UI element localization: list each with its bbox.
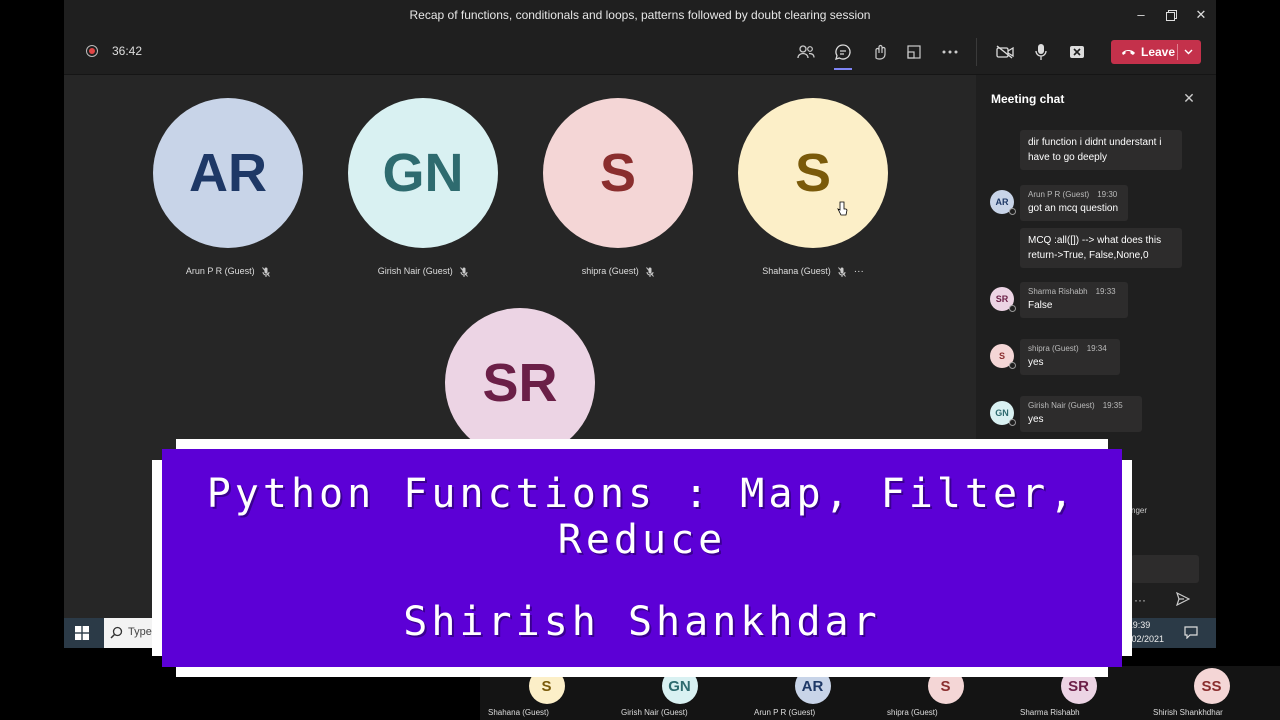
participant-tile[interactable]: GN <box>348 98 498 248</box>
participant-name: Shahana (Guest) ··· <box>723 266 903 277</box>
banner-frame <box>152 460 162 656</box>
chat-message[interactable]: Girish Nair (Guest) 19:35 yes <box>1020 396 1142 432</box>
mic-muted-icon <box>460 266 469 277</box>
chat-meta: Sharma Rishabh 19:33 <box>1028 287 1116 296</box>
avatar: AR <box>153 98 303 248</box>
meeting-timer: 36:42 <box>112 44 143 58</box>
chat-message[interactable]: MCQ :all([]) --> what does this return->… <box>1020 228 1182 268</box>
participant-tile[interactable]: AR <box>153 98 303 248</box>
strip-name: Arun P R (Guest) <box>754 708 816 717</box>
banner-frame <box>176 667 1108 677</box>
reactions-icon[interactable] <box>867 40 891 64</box>
chat-meta: Girish Nair (Guest) 19:35 <box>1028 401 1123 410</box>
participant-name-label: Girish Nair (Guest) <box>377 266 453 276</box>
participant-tile[interactable]: SR <box>445 308 595 458</box>
participant-name-label: Arun P R (Guest) <box>185 266 255 276</box>
leave-label: Leave <box>1141 45 1176 59</box>
toolbar-divider <box>976 38 977 66</box>
strip-name: Sharma Rishabh <box>1020 708 1080 717</box>
search-placeholder: Type <box>128 626 152 638</box>
recording-icon <box>86 45 98 57</box>
chat-avatar: S <box>990 344 1016 369</box>
clock-date[interactable]: 0/02/2021 <box>1124 634 1184 644</box>
more-actions-icon[interactable] <box>938 40 962 64</box>
close-icon[interactable]: ✕ <box>1186 0 1216 30</box>
leave-split-divider <box>1177 44 1178 60</box>
chat-message-text: yes <box>1028 414 1044 425</box>
chat-avatar: AR <box>990 190 1016 215</box>
strip-name: shipra (Guest) <box>887 708 938 717</box>
avatar: SS <box>1193 668 1230 704</box>
banner-frame <box>1122 460 1132 656</box>
chat-compose-box[interactable] <box>1131 555 1199 583</box>
chat-message[interactable]: shipra (Guest) 19:34 yes <box>1020 339 1120 375</box>
chat-message-text: dir function i didnt understant i have t… <box>1028 137 1162 163</box>
breakout-rooms-icon[interactable] <box>902 40 926 64</box>
chevron-down-icon[interactable] <box>1184 49 1193 55</box>
chat-meta: shipra (Guest) 19:34 <box>1028 344 1107 353</box>
mic-muted-icon <box>646 266 655 277</box>
participant-more-icon[interactable]: ··· <box>854 266 864 277</box>
chat-avatar: SR <box>990 287 1016 312</box>
microphone-icon[interactable] <box>1029 40 1053 64</box>
notifications-icon[interactable] <box>1184 626 1198 639</box>
window-title: Recap of functions, conditionals and loo… <box>409 8 871 22</box>
banner-body: Python Functions : Map, Filter, Reduce S… <box>162 449 1122 667</box>
title-bar: Recap of functions, conditionals and loo… <box>64 0 1216 30</box>
mouse-cursor-icon <box>837 201 848 216</box>
strip-name: Shirish Shankhdhar <box>1153 708 1223 717</box>
mic-muted-icon <box>838 266 847 277</box>
chat-meta: Arun P R (Guest) 19:30 <box>1028 190 1118 199</box>
banner-frame <box>176 439 1108 449</box>
banner-title: Python Functions : Map, Filter, Reduce <box>206 471 1078 563</box>
participant-tile[interactable]: S <box>543 98 693 248</box>
search-icon <box>110 626 123 639</box>
leave-button[interactable]: Leave <box>1111 40 1201 64</box>
banner-author: Shirish Shankhdar <box>403 599 881 645</box>
avatar: S <box>738 98 888 248</box>
chat-message-text: False <box>1028 300 1053 311</box>
windows-start-icon[interactable] <box>75 626 89 640</box>
chat-title: Meeting chat <box>991 92 1065 106</box>
meeting-toolbar: 36:42 Leave <box>64 30 1216 75</box>
chat-icon[interactable] <box>831 40 855 64</box>
participant-name: Girish Nair (Guest) <box>333 266 513 277</box>
avatar: SR <box>445 308 595 458</box>
participant-name-label: Shahana (Guest) <box>762 266 831 276</box>
participants-icon[interactable] <box>794 40 818 64</box>
share-tray-icon[interactable] <box>1065 40 1089 64</box>
strip-name: Shahana (Guest) <box>488 708 549 717</box>
compose-more-icon[interactable]: ··· <box>1134 593 1146 607</box>
chat-message-text: got an mcq question <box>1028 203 1119 214</box>
chat-message-text: yes <box>1028 357 1044 368</box>
chat-active-indicator <box>834 68 852 70</box>
minimize-icon[interactable]: – <box>1126 0 1156 30</box>
chat-message[interactable]: Arun P R (Guest) 19:30 got an mcq questio… <box>1020 185 1128 221</box>
chat-message[interactable]: dir function i didnt understant i have t… <box>1020 130 1182 170</box>
chat-message-text: MCQ :all([]) --> what does this return->… <box>1028 235 1162 261</box>
chat-avatar: GN <box>990 401 1016 426</box>
close-icon[interactable]: ✕ <box>1176 89 1202 107</box>
strip-name: Girish Nair (Guest) <box>621 708 688 717</box>
send-icon[interactable] <box>1176 592 1190 606</box>
camera-off-icon[interactable] <box>993 40 1017 64</box>
phone-hangup-icon <box>1122 50 1135 55</box>
strip-tile[interactable]: SS Shirish Shankhdhar <box>1145 666 1278 720</box>
avatar: GN <box>348 98 498 248</box>
participant-tile[interactable]: S <box>738 98 888 248</box>
participant-name-label: shipra (Guest) <box>581 266 639 276</box>
restore-icon[interactable] <box>1156 0 1186 30</box>
chat-message[interactable]: Sharma Rishabh 19:33 False <box>1020 282 1128 318</box>
participant-name: shipra (Guest) <box>528 266 708 277</box>
participant-name: Arun P R (Guest) <box>138 266 318 277</box>
mic-muted-icon <box>262 266 271 277</box>
chat-message-fragment: nger <box>1131 506 1148 515</box>
avatar: S <box>543 98 693 248</box>
